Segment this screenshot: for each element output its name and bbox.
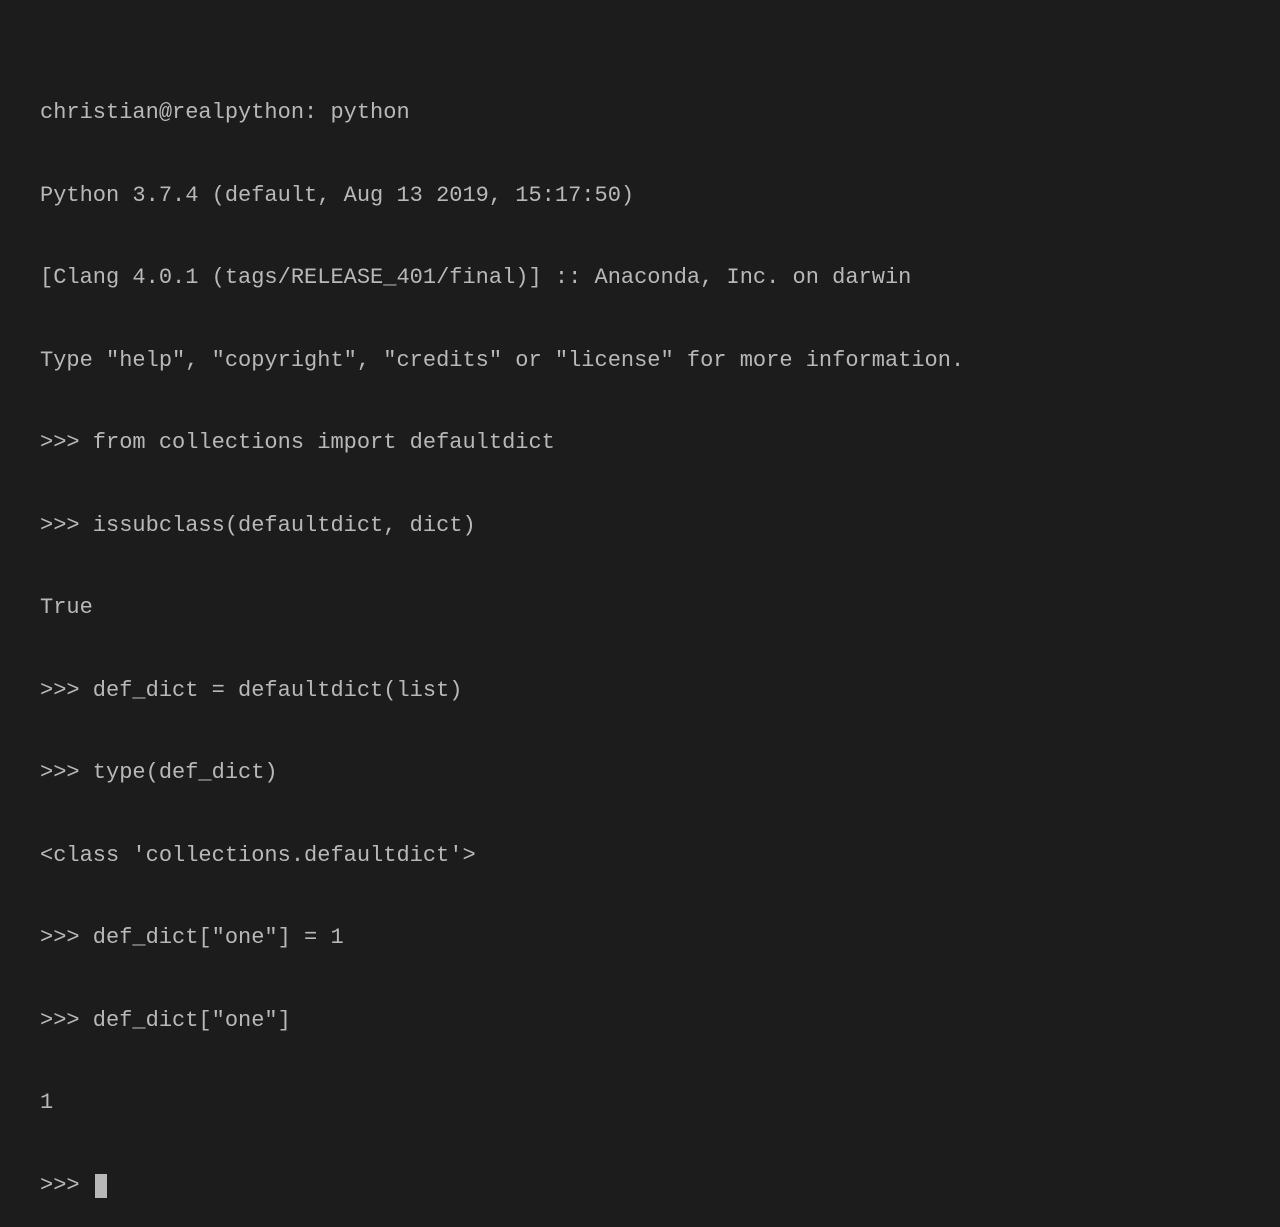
repl-output-line: 1 [40,1089,1240,1117]
repl-output-line: True [40,594,1240,622]
repl-input-line: >>> def_dict = defaultdict(list) [40,677,1240,705]
cursor-icon [95,1174,107,1198]
shell-prompt-line: christian@realpython: python [40,99,1240,127]
repl-input-line: >>> def_dict["one"] [40,1007,1240,1035]
python-version-line: Python 3.7.4 (default, Aug 13 2019, 15:1… [40,182,1240,210]
repl-input-line: >>> issubclass(defaultdict, dict) [40,512,1240,540]
python-compiler-line: [Clang 4.0.1 (tags/RELEASE_401/final)] :… [40,264,1240,292]
terminal-window[interactable]: christian@realpython: python Python 3.7.… [40,44,1240,1227]
repl-output-line: <class 'collections.defaultdict'> [40,842,1240,870]
repl-input-line: >>> def_dict["one"] = 1 [40,924,1240,952]
repl-input-line: >>> type(def_dict) [40,759,1240,787]
repl-input-line: >>> from collections import defaultdict [40,429,1240,457]
prompt-text: >>> [40,1173,93,1198]
python-help-line: Type "help", "copyright", "credits" or "… [40,347,1240,375]
repl-active-prompt[interactable]: >>> [40,1172,1240,1200]
